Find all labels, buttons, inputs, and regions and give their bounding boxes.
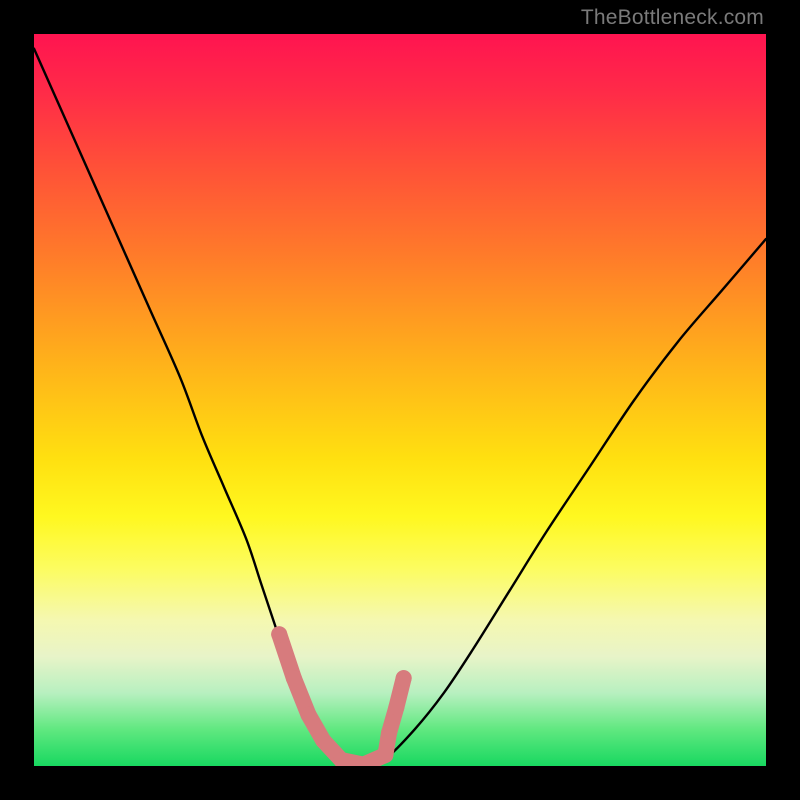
- plot-area: [34, 34, 766, 766]
- optimal-zone-cap: [396, 670, 412, 686]
- optimal-zone-cap: [271, 626, 287, 642]
- bottleneck-curve-path: [34, 49, 766, 766]
- chart-svg: [34, 34, 766, 766]
- watermark-text: TheBottleneck.com: [581, 6, 764, 30]
- optimal-zone-markers: [271, 626, 411, 764]
- chart-frame: TheBottleneck.com: [0, 0, 800, 800]
- bottleneck-curve: [34, 49, 766, 766]
